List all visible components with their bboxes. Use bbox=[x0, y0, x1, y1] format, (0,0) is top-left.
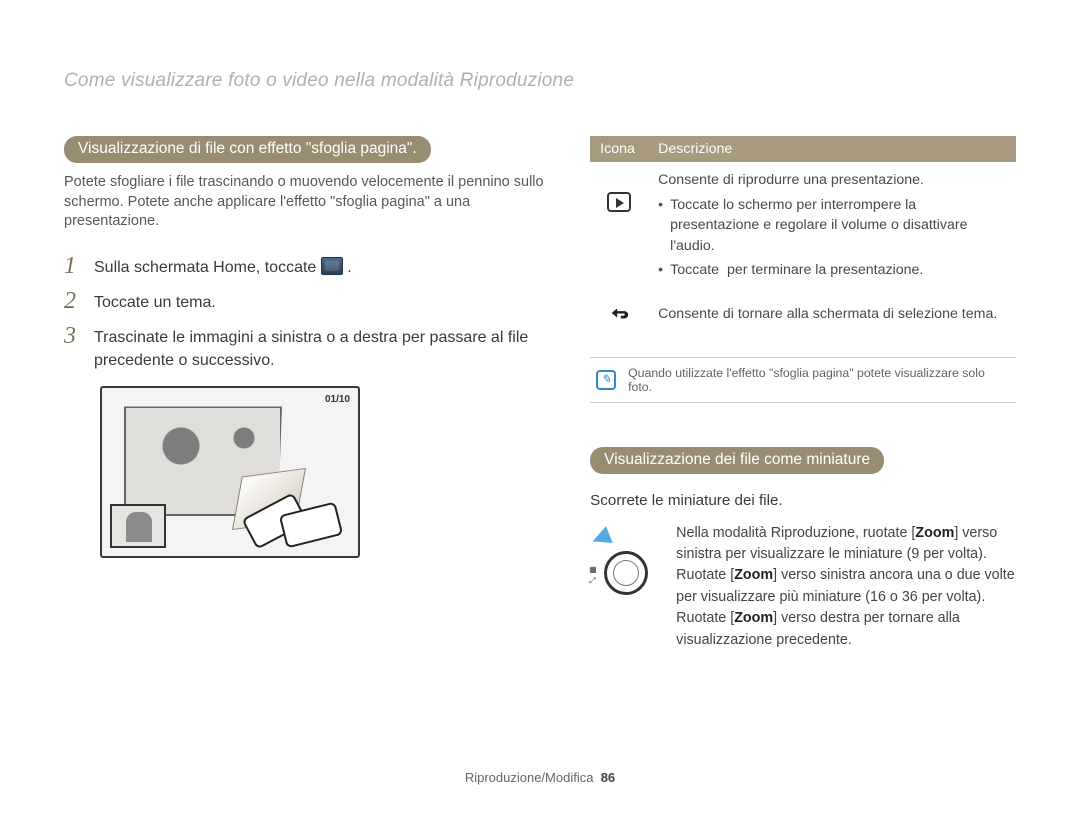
step-1-after: . bbox=[347, 259, 351, 276]
return-icon bbox=[608, 304, 630, 322]
cell-description: Consente di tornare alla schermata di se… bbox=[648, 296, 1016, 337]
step-text: Trascinate le immagini a sinistra o a de… bbox=[94, 324, 548, 372]
step-number: 2 bbox=[64, 289, 82, 313]
zoom-dial-illustration: ▦⤢ bbox=[590, 523, 662, 595]
play-slideshow-icon bbox=[590, 162, 648, 296]
table-row: Consente di tornare alla schermata di se… bbox=[590, 296, 1016, 337]
thumbnails-intro: Scorrete le miniature dei file. bbox=[590, 492, 1016, 509]
icon-description-table: Icona Descrizione Consente di riprodurre… bbox=[590, 136, 1016, 337]
step-list: 1 Sulla schermata Home, toccate . 2 Tocc… bbox=[64, 254, 548, 373]
play-icon bbox=[607, 192, 631, 212]
row1-bullet-1: Toccate lo schermo per interrompere la p… bbox=[658, 195, 1006, 257]
row1-b2-after: per terminare la presentazione. bbox=[727, 262, 923, 278]
section-heading-flip-effect: Visualizzazione di file con effetto "sfo… bbox=[64, 136, 431, 163]
step-3: 3 Trascinate le immagini a sinistra o a … bbox=[64, 324, 548, 372]
left-column: Visualizzazione di file con effetto "sfo… bbox=[64, 136, 548, 651]
table-header-icon: Icona bbox=[590, 136, 648, 162]
cell-description: Consente di riprodurre una presentazione… bbox=[648, 162, 1016, 296]
row1-bullets: Toccate lo schermo per interrompere la p… bbox=[658, 195, 1006, 284]
step-text: Sulla schermata Home, toccate . bbox=[94, 254, 352, 279]
album-app-icon bbox=[321, 257, 343, 275]
row1-title: Consente di riprodurre una presentazione… bbox=[658, 172, 924, 188]
zoom-side-labels: ▦⤢ bbox=[589, 564, 597, 586]
page-title: Come visualizzare foto o video nella mod… bbox=[64, 70, 1016, 92]
illustration-devices bbox=[240, 494, 350, 550]
note-text: Quando utilizzate l'effetto "sfoglia pag… bbox=[628, 366, 1010, 394]
note-box: ✎ Quando utilizzate l'effetto "sfoglia p… bbox=[590, 357, 1016, 403]
step-2: 2 Toccate un tema. bbox=[64, 289, 548, 314]
zoom-label: Zoom bbox=[734, 610, 773, 626]
zoom-instruction-text: Nella modalità Riproduzione, ruotate [Zo… bbox=[676, 523, 1016, 652]
thumbnails-section: Visualizzazione dei file come miniature … bbox=[590, 447, 1016, 652]
step-text: Toccate un tema. bbox=[94, 289, 216, 314]
table-header-description: Descrizione bbox=[648, 136, 1016, 162]
row1-b2-before: Toccate bbox=[670, 262, 723, 278]
t: Nella modalità Riproduzione, ruotate [ bbox=[676, 525, 915, 541]
step-1: 1 Sulla schermata Home, toccate . bbox=[64, 254, 548, 279]
manual-page: Come visualizzare foto o video nella mod… bbox=[0, 0, 1080, 815]
page-footer: Riproduzione/Modifica 86 bbox=[0, 770, 1080, 785]
zoom-label: Zoom bbox=[734, 567, 773, 583]
step-1-before: Sulla schermata Home, toccate bbox=[94, 259, 321, 276]
intro-paragraph: Potete sfogliare i file trascinando o mu… bbox=[64, 173, 548, 232]
right-column: Icona Descrizione Consente di riprodurre… bbox=[590, 136, 1016, 651]
row1-bullet-2: Toccate per terminare la presentazione. bbox=[658, 260, 1006, 284]
info-icon: ✎ bbox=[596, 370, 616, 390]
zoom-instruction-row: ▦⤢ Nella modalità Riproduzione, ruotate … bbox=[590, 523, 1016, 652]
table-row: Consente di riprodurre una presentazione… bbox=[590, 162, 1016, 296]
zoom-dial-icon: ▦⤢ bbox=[604, 551, 648, 595]
step-number: 3 bbox=[64, 324, 82, 348]
return-icon-cell bbox=[590, 296, 648, 337]
step-number: 1 bbox=[64, 254, 82, 278]
footer-section: Riproduzione/Modifica bbox=[465, 770, 594, 785]
footer-page-number: 86 bbox=[601, 770, 615, 785]
flip-page-illustration: 01/10 bbox=[100, 386, 360, 558]
arrow-left-icon bbox=[589, 526, 612, 549]
illustration-thumbnail bbox=[110, 504, 166, 548]
two-column-layout: Visualizzazione di file con effetto "sfo… bbox=[64, 136, 1016, 651]
illustration-counter: 01/10 bbox=[325, 394, 350, 405]
zoom-label: Zoom bbox=[915, 525, 954, 541]
section-heading-thumbnails: Visualizzazione dei file come miniature bbox=[590, 447, 884, 474]
